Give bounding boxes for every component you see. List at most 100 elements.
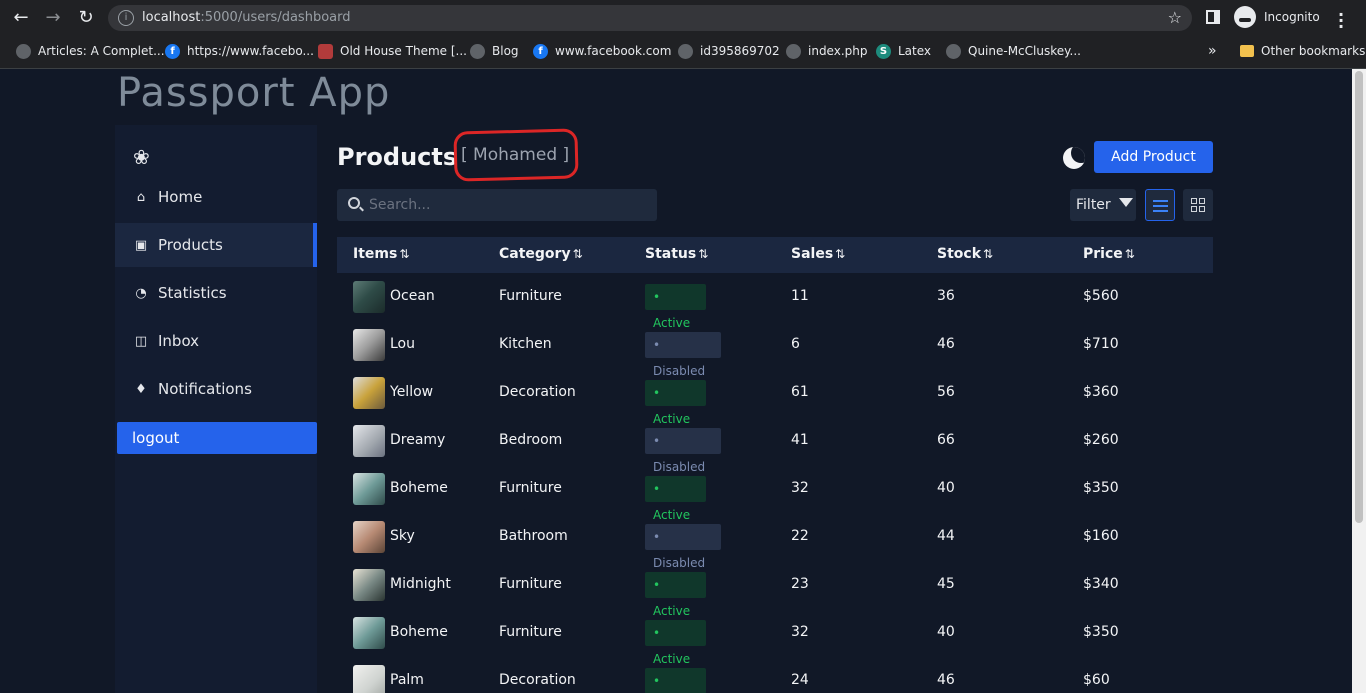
status-dot-icon: • <box>653 338 661 352</box>
status-badge: • Disabled <box>645 332 721 378</box>
table-row[interactable]: Ocean Furniture 11 36 $560 • Active <box>337 273 1213 330</box>
shopping-bag-icon: ▣ <box>134 237 148 253</box>
address-url[interactable]: localhost:5000/users/dashboard <box>142 10 350 25</box>
forward-icon[interactable]: → <box>42 7 64 29</box>
bookmark-item[interactable]: Quine-McCluskey... <box>946 42 1081 60</box>
filter-label: Filter <box>1076 197 1111 213</box>
site-info-icon[interactable]: i <box>118 10 134 26</box>
bookmark-item[interactable]: f www.facebook.com <box>533 42 671 60</box>
status-dot-icon: • <box>653 626 661 640</box>
status-badge: • Active <box>645 380 706 426</box>
list-view-button[interactable] <box>1145 189 1175 221</box>
product-category: Kitchen <box>499 336 552 352</box>
bookmark-item[interactable]: index.php <box>786 42 867 60</box>
product-name: Lou <box>390 336 415 352</box>
status-badge: • Disabled <box>645 428 721 474</box>
sort-icon[interactable]: ⇅ <box>835 247 845 261</box>
bookmark-label: https://www.facebo... <box>187 44 314 58</box>
sort-icon[interactable]: ⇅ <box>399 247 409 261</box>
filter-button[interactable]: Filter <box>1070 189 1136 221</box>
status-dot-icon: • <box>653 434 661 448</box>
bookmark-item[interactable]: S Latex <box>876 42 931 60</box>
sidebar-item-inbox[interactable]: ◫ Inbox <box>115 319 317 363</box>
latex-icon: S <box>876 43 891 59</box>
product-sales: 41 <box>791 432 809 448</box>
column-header-label: Price <box>1083 246 1123 262</box>
product-stock: 66 <box>937 432 955 448</box>
sort-icon[interactable]: ⇅ <box>698 247 708 261</box>
product-name: Midnight <box>390 576 451 592</box>
search-input[interactable] <box>369 189 649 221</box>
add-product-button[interactable]: Add Product <box>1094 141 1213 173</box>
column-header[interactable]: Price ⇅ <box>1083 246 1135 262</box>
sidebar-item-statistics[interactable]: ◔ Statistics <box>115 271 317 315</box>
column-header[interactable]: Status ⇅ <box>645 246 708 262</box>
grid-icon-cell <box>1199 206 1205 212</box>
column-header-label: Stock <box>937 246 982 262</box>
more-bookmarks-icon[interactable]: » <box>1208 43 1217 59</box>
table-row[interactable]: Boheme Furniture 32 40 $350 • Active <box>337 609 1213 666</box>
product-name: Palm <box>390 672 424 688</box>
sidebar-item-home[interactable]: ⌂ Home <box>115 175 317 219</box>
sort-icon[interactable]: ⇅ <box>573 247 583 261</box>
side-panel-icon[interactable] <box>1206 10 1220 24</box>
product-category: Decoration <box>499 384 576 400</box>
table-row[interactable]: Palm Decoration 24 46 $60 • Active <box>337 657 1213 693</box>
sort-icon[interactable]: ⇅ <box>983 247 993 261</box>
sidebar-item-products[interactable]: ▣ Products <box>115 223 317 267</box>
back-icon[interactable]: ← <box>10 7 32 29</box>
url-path: :5000/users/dashboard <box>200 10 351 25</box>
sidebar-item-label: Statistics <box>158 284 227 302</box>
table-row[interactable]: Midnight Furniture 23 45 $340 • Active <box>337 561 1213 618</box>
profile-button[interactable]: Incognito <box>1234 6 1326 30</box>
product-sales: 23 <box>791 576 809 592</box>
browser-menu-icon[interactable]: ... <box>1338 3 1344 31</box>
bookmark-item[interactable]: Old House Theme [... <box>318 42 467 60</box>
column-header[interactable]: Sales ⇅ <box>791 246 845 262</box>
product-price: $360 <box>1083 384 1119 400</box>
facebook-icon: f <box>533 43 548 59</box>
bookmark-item[interactable]: id395869702 <box>678 42 780 60</box>
scrollbar-thumb[interactable] <box>1355 71 1363 523</box>
reload-icon[interactable]: ↻ <box>75 7 97 29</box>
column-header[interactable]: Category ⇅ <box>499 246 583 262</box>
bookmark-item[interactable]: Articles: A Complet... <box>16 42 165 60</box>
column-header[interactable]: Stock ⇅ <box>937 246 993 262</box>
logout-button[interactable]: logout <box>117 422 317 454</box>
folder-icon <box>1240 45 1254 57</box>
facebook-icon: f <box>165 43 180 59</box>
search-box[interactable] <box>337 189 657 221</box>
product-name: Yellow <box>390 384 434 400</box>
product-sales: 32 <box>791 480 809 496</box>
table-row[interactable]: Yellow Decoration 61 56 $360 • Active <box>337 369 1213 426</box>
bookmark-label: id395869702 <box>700 44 780 58</box>
lotus-logo-icon[interactable]: ❀ <box>133 145 150 169</box>
bookmark-item[interactable]: Blog <box>470 42 519 60</box>
column-header[interactable]: Items ⇅ <box>353 246 409 262</box>
grid-icon-cell <box>1199 198 1205 204</box>
table-row[interactable]: Dreamy Bedroom 41 66 $260 • Disabled <box>337 417 1213 474</box>
bookmark-item[interactable]: f https://www.facebo... <box>165 42 314 60</box>
sidebar-item-notifications[interactable]: ♦ Notifications <box>115 367 317 411</box>
other-bookmarks[interactable]: Other bookmarks <box>1240 42 1365 60</box>
grid-view-button[interactable] <box>1183 189 1213 221</box>
status-badge: • Active <box>645 284 706 330</box>
table-row[interactable]: Boheme Furniture 32 40 $350 • Active <box>337 465 1213 522</box>
product-thumbnail <box>353 473 385 505</box>
table-row[interactable]: Lou Kitchen 6 46 $710 • Disabled <box>337 321 1213 378</box>
bookmark-star-icon[interactable]: ☆ <box>1168 8 1182 27</box>
page-scrollbar[interactable] <box>1352 69 1366 693</box>
table-row[interactable]: Sky Bathroom 22 44 $160 • Disabled <box>337 513 1213 570</box>
sort-icon[interactable]: ⇅ <box>1125 247 1135 261</box>
product-price: $710 <box>1083 336 1119 352</box>
sidebar-item-label: Inbox <box>158 332 200 350</box>
status-dot-icon: • <box>653 290 661 304</box>
page-title: Products <box>337 143 458 171</box>
bookmark-label: www.facebook.com <box>555 44 672 58</box>
product-name: Dreamy <box>390 432 446 448</box>
globe-icon <box>470 43 485 59</box>
moon-icon[interactable] <box>1063 147 1085 169</box>
product-category: Furniture <box>499 480 562 496</box>
address-bar[interactable]: i localhost:5000/users/dashboard ☆ <box>108 5 1192 31</box>
product-price: $350 <box>1083 480 1119 496</box>
